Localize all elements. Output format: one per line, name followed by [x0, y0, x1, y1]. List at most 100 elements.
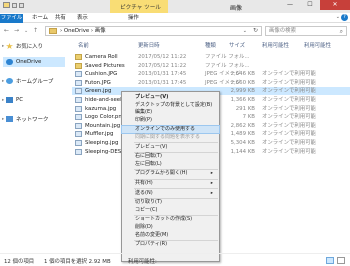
- close-button[interactable]: ✕: [320, 0, 350, 10]
- address-dropdown-icon[interactable]: ⌄: [243, 28, 247, 34]
- expand-icon[interactable]: ▸: [2, 79, 4, 84]
- tab-manage[interactable]: 操作: [128, 14, 139, 23]
- search-input[interactable]: 画像の検索 ⌕: [265, 26, 347, 36]
- menu-item[interactable]: コピー(C): [122, 207, 219, 214]
- item-count: 12 個の項目: [4, 259, 35, 265]
- file-row[interactable]: Camera Roll 2017/05/12 11:22 ファイル フォル...: [72, 53, 350, 61]
- sidebar-item-favorites[interactable]: ▸ お気に入り: [2, 41, 43, 51]
- column-header-availability-2[interactable]: 利用可能性: [304, 41, 331, 49]
- menu-item-label: 名前の変更(M): [135, 231, 169, 238]
- file-name: Sleeping.jpg: [85, 140, 119, 146]
- file-availability: オンラインで利用可能: [262, 88, 316, 95]
- image-file-icon: [75, 97, 82, 103]
- menu-item[interactable]: 右に回転(T): [122, 153, 219, 160]
- ribbon-tabs: ファイル ホーム 共有 表示 操作 ⌄ ?: [0, 13, 350, 23]
- navigation-pane: ▸ お気に入り OneDrive ▸ ホームグループ ▸ PC ▸ ネットワーク: [0, 38, 68, 250]
- column-header-name[interactable]: 名前: [78, 41, 89, 49]
- file-row[interactable]: Saved Pictures 2017/05/12 11:22 ファイル フォル..…: [72, 62, 350, 70]
- file-size: 2,660 KB: [230, 79, 255, 86]
- onedrive-icon: [6, 59, 13, 65]
- refresh-icon[interactable]: ↻: [253, 27, 258, 34]
- menu-item-label: 右に回転(T): [135, 153, 162, 160]
- menu-item-label: プログラムから開く(H): [135, 170, 188, 177]
- tab-view[interactable]: 表示: [77, 14, 88, 23]
- menu-item[interactable]: プログラムから開く(H) ▸: [122, 170, 219, 177]
- file-name: Muffler.jpg: [85, 131, 114, 138]
- menu-item-label: オンラインでのみ使用する: [135, 126, 196, 133]
- pc-icon: [6, 97, 13, 103]
- menu-item[interactable]: 送る(N) ▸: [122, 190, 219, 197]
- window-controls: — ☐ ✕: [280, 0, 350, 10]
- file-date: 2013/01/31 17:45: [138, 71, 187, 78]
- expand-ribbon-icon[interactable]: ⌄: [336, 14, 340, 20]
- sidebar-item-pc[interactable]: ▸ PC: [2, 95, 23, 105]
- column-header-size[interactable]: サイズ: [229, 41, 245, 49]
- menu-item[interactable]: 共有(H) ▸: [122, 180, 219, 187]
- sidebar-item-onedrive[interactable]: OneDrive: [3, 57, 65, 67]
- menu-item-label: プレビュー(V): [135, 94, 169, 100]
- address-bar[interactable]: › OneDrive › 画像 ⌄ ↻: [45, 26, 262, 36]
- column-header-type[interactable]: 種類: [205, 41, 216, 49]
- expand-icon[interactable]: ▸: [2, 44, 4, 49]
- menu-item[interactable]: 左に回転(L): [122, 161, 219, 168]
- tab-share[interactable]: 共有: [55, 14, 66, 23]
- menu-item-label: プレビュー(V): [135, 143, 168, 150]
- file-row[interactable]: Futon.JPG 2013/01/31 17:45 JPEG イメージ 2,660 …: [72, 79, 350, 87]
- back-icon[interactable]: ←: [4, 27, 9, 34]
- forward-icon[interactable]: →: [14, 27, 19, 34]
- large-icons-view-icon[interactable]: [337, 257, 345, 264]
- sidebar-item-label: ホームグループ: [16, 79, 54, 85]
- menu-item[interactable]: デスクトップの背景として設定(B): [122, 102, 219, 109]
- details-view-icon[interactable]: [326, 257, 334, 264]
- menu-item[interactable]: 名前の変更(M): [122, 232, 219, 239]
- menu-item-label: 削除(D): [135, 224, 153, 230]
- menu-item-label: 編集(E): [135, 109, 153, 116]
- file-name: Cushion.JPG: [85, 71, 118, 78]
- new-folder-icon[interactable]: [19, 2, 24, 8]
- file-availability: オンラインで利用可能: [262, 97, 316, 103]
- menu-item[interactable]: オンラインでのみ使用する: [121, 125, 220, 135]
- menu-item-label: 印刷(P): [135, 116, 152, 123]
- menu-item[interactable]: プレビュー(V): [122, 144, 219, 151]
- menu-item-label: 送る(N): [135, 189, 153, 196]
- homegroup-icon: [6, 78, 13, 84]
- menu-item[interactable]: 編集(E): [122, 109, 219, 116]
- sidebar-item-homegroup[interactable]: ▸ ホームグループ: [2, 76, 54, 86]
- recent-locations-icon[interactable]: ⌄: [24, 28, 28, 34]
- properties-icon[interactable]: [12, 2, 17, 8]
- breadcrumb[interactable]: › OneDrive › 画像: [60, 28, 106, 35]
- column-header-date[interactable]: 更新日時: [138, 41, 160, 49]
- sidebar-item-network[interactable]: ▸ ネットワーク: [2, 114, 48, 124]
- expand-icon[interactable]: ▸: [2, 98, 4, 103]
- image-file-icon: [75, 79, 82, 86]
- file-size: 5,304 KB: [230, 140, 255, 146]
- file-name: Saved Pictures: [85, 62, 125, 69]
- file-name: kazuma.jpg: [85, 105, 117, 112]
- image-file-icon: [75, 140, 82, 146]
- picture-tools-context-tab: ピクチャ ツール: [110, 0, 168, 13]
- help-icon[interactable]: ?: [341, 14, 348, 21]
- file-name: Sleeping-DESI: [85, 148, 123, 155]
- quick-access-toolbar: [3, 2, 24, 8]
- tab-home[interactable]: ホーム: [32, 14, 48, 23]
- menu-item[interactable]: 印刷(P): [122, 117, 219, 124]
- menu-item[interactable]: 削除(D): [122, 224, 219, 231]
- tab-file[interactable]: ファイル: [0, 14, 23, 23]
- file-row[interactable]: Cushion.JPG 2013/01/31 17:45 JPEG イメージ 2,64…: [72, 70, 350, 78]
- menu-item[interactable]: プレビュー(V): [122, 94, 219, 101]
- menu-item[interactable]: ショートカットの作成(S): [122, 216, 219, 223]
- submenu-arrow-icon: ▸: [210, 181, 213, 186]
- image-file-icon: [75, 148, 82, 155]
- file-size: 2,999 KB: [230, 88, 255, 95]
- menu-item[interactable]: プロパティ(R): [122, 241, 219, 248]
- menu-item-label: 左に回転(L): [135, 160, 162, 167]
- up-icon[interactable]: ↑: [33, 27, 38, 34]
- maximize-button[interactable]: ☐: [300, 0, 320, 10]
- menu-item[interactable]: 切り取り(T): [122, 199, 219, 206]
- minimize-button[interactable]: —: [280, 0, 300, 10]
- file-size: 2,862 KB: [230, 122, 255, 129]
- column-header-availability[interactable]: 利用可能性: [262, 41, 289, 49]
- file-type: ファイル フォル...: [205, 54, 250, 60]
- menu-item-label: 共有(H): [135, 180, 153, 186]
- expand-icon[interactable]: ▸: [2, 117, 4, 122]
